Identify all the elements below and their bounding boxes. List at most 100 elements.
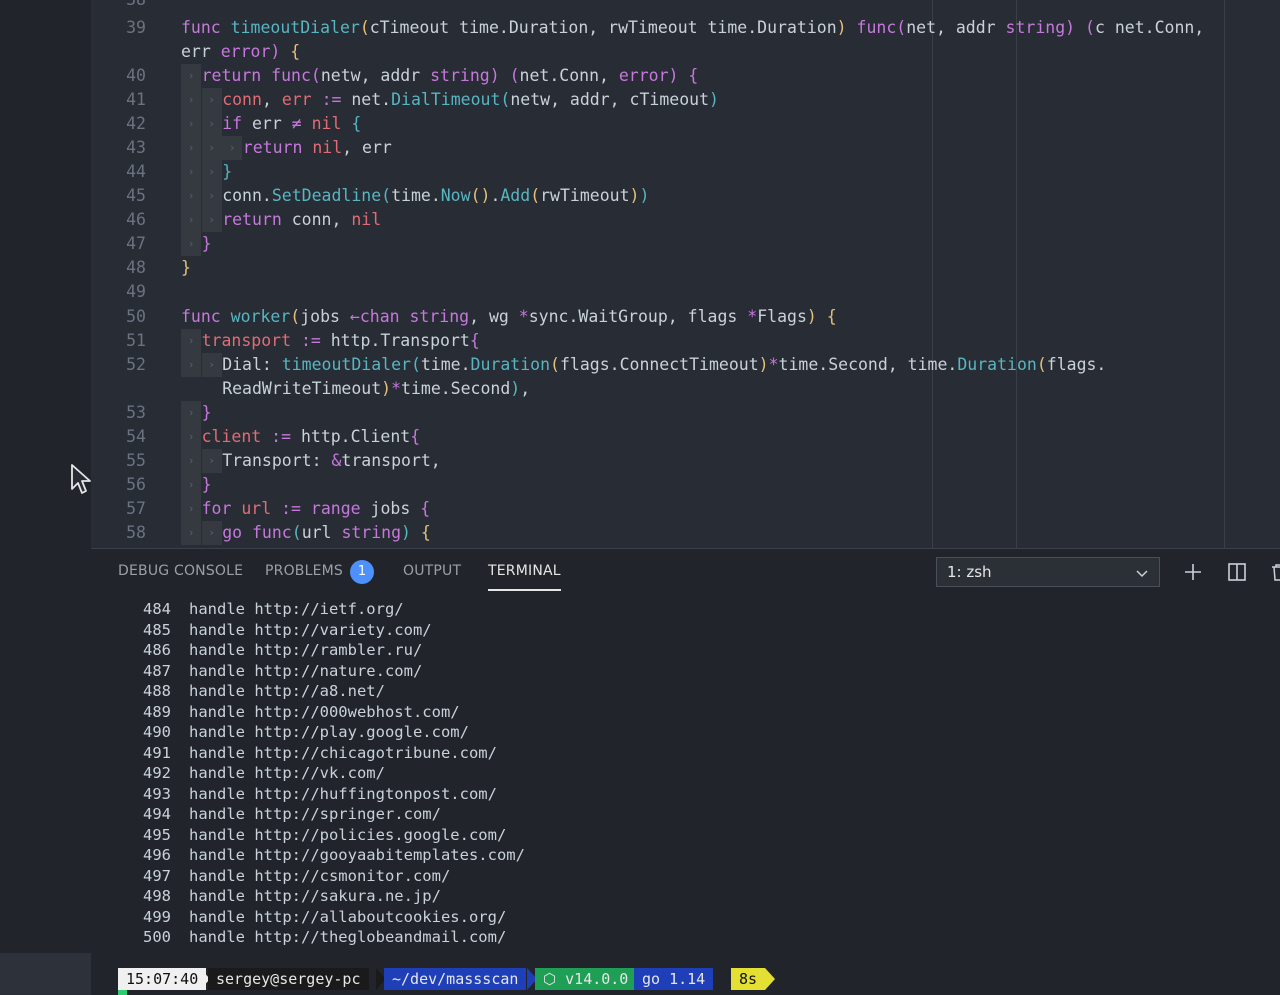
code-token: { (420, 523, 431, 542)
code-token: Duration (470, 355, 551, 374)
indent-guide: › (181, 88, 201, 112)
split-terminal-icon[interactable] (1226, 561, 1248, 583)
indent-guide: › (181, 64, 201, 88)
tab-output[interactable]: OUTPUT (403, 563, 461, 579)
code-token: http.Client (291, 427, 411, 446)
code-token: timeoutDialer (281, 355, 411, 374)
code-line[interactable]: 55 › › Transport: &transport, (91, 449, 1280, 473)
code-token: , (520, 379, 531, 398)
terminal-select[interactable]: 1: zsh (936, 557, 1160, 587)
code-token: ) (668, 66, 679, 85)
code-token: jobs (370, 499, 421, 518)
code-line[interactable]: 53 ›} (91, 401, 1280, 425)
terminal-line-number: 495 (143, 825, 171, 844)
line-number: 56 (126, 475, 146, 494)
code-line[interactable]: 49 (91, 280, 1280, 304)
prompt-user: sergey@sergey-pc (208, 968, 369, 990)
code-line[interactable]: err error) { (91, 40, 1280, 64)
code-line[interactable]: ReadWriteTimeout)*time.Second), (91, 377, 1280, 401)
terminal-line-text: handle http://gooyaabitemplates.com/ (189, 846, 525, 864)
terminal-line-text: handle http://policies.google.com/ (189, 825, 507, 844)
code-text: go func(url string) { (222, 521, 431, 545)
code-token: Duration (957, 355, 1037, 374)
code-token: return (242, 138, 313, 157)
code-text: } (222, 160, 232, 184)
code-token: worker (230, 307, 291, 326)
terminal-line-text: handle http://rambler.ru/ (189, 641, 423, 659)
code-line[interactable]: 56 ›} (91, 473, 1280, 497)
code-token: { (410, 427, 421, 446)
code-text: transport := http.Transport{ (202, 329, 480, 353)
code-line[interactable]: 48} (91, 256, 1280, 280)
code-text: Transport: &transport, (222, 449, 441, 473)
code-token: nil (312, 138, 343, 157)
code-token: ( (530, 186, 541, 205)
code-token: ReadWriteTimeout (222, 379, 382, 398)
tab-debug-console[interactable]: DEBUG CONSOLE (118, 563, 243, 579)
code-token: func (252, 523, 292, 542)
code-line[interactable]: 58 › › go func(url string) { (91, 521, 1280, 545)
code-token: rwTimeout (540, 186, 630, 205)
indent-guide: › (181, 136, 201, 160)
code-token: conn, (291, 210, 352, 229)
code-token: { (290, 42, 301, 61)
line-number: 48 (126, 258, 146, 277)
bottom-panel: DEBUG CONSOLE PROBLEMS 1 OUTPUT TERMINAL… (91, 548, 1280, 995)
trash-icon[interactable] (1268, 561, 1280, 583)
code-text: return conn, nil (222, 208, 381, 232)
terminal-line-text: handle http://huffingtonpost.com/ (189, 784, 497, 803)
code-line[interactable]: 57 › for url := range jobs { (91, 497, 1280, 521)
code-line[interactable]: 45 › › conn.SetDeadline(time.Now().Add(rwTi… (91, 184, 1280, 208)
indent-guide: › (201, 208, 222, 232)
activity-bar-active-item[interactable] (0, 953, 91, 994)
code-line[interactable]: 54 › client := http.Client{ (91, 425, 1280, 449)
code-token: string (409, 307, 470, 326)
code-line[interactable]: 39 func timeoutDialer(cTimeout time.Durat… (91, 16, 1280, 40)
code-token: } (201, 403, 212, 422)
code-token: cTimeout time.Duration, rwTimeout time.D… (369, 18, 837, 37)
terminal-line-number: 490 (143, 723, 171, 741)
code-token: } (201, 234, 212, 253)
code-token: net, addr (906, 18, 1006, 37)
code-token: err (181, 42, 221, 61)
terminal-line-number: 493 (143, 784, 171, 803)
terminal-line-text: handle http://nature.com/ (189, 661, 423, 680)
code-token: timeoutDialer (230, 18, 360, 37)
code-token: ( (310, 66, 321, 85)
code-editor[interactable]: 38 39 func timeoutDialer ( cTimeout time.Dur… (91, 0, 1280, 548)
code-line[interactable]: 42 › › if err ≠ nil { (91, 112, 1280, 136)
indent-guide: › (201, 449, 222, 473)
code-line[interactable]: 47 ›} (91, 232, 1280, 256)
tab-terminal[interactable]: TERMINAL (488, 563, 561, 591)
indent-guide: › (201, 136, 222, 160)
code-line[interactable]: 52 › › Dial: timeoutDialer(time.Duration(fl… (91, 353, 1280, 377)
code-text: ReadWriteTimeout)*time.Second), (222, 377, 530, 401)
tab-problems[interactable]: PROBLEMS (265, 563, 343, 579)
code-line[interactable]: 50 func worker(jobs ←chan string, wg *syn… (91, 305, 1280, 329)
plus-icon[interactable] (1182, 561, 1204, 583)
code-line[interactable]: 44 › ›} (91, 160, 1280, 184)
code-token: string (1005, 18, 1066, 37)
terminal-line-text: handle http://vk.com/ (189, 764, 385, 782)
code-token: ( (500, 90, 511, 109)
code-line[interactable]: 38 (91, 0, 1280, 12)
code-line[interactable]: 46 › › return conn, nil (91, 208, 1280, 232)
code-line[interactable]: 51 › transport := http.Transport{ (91, 329, 1280, 353)
code-token: ( (1085, 18, 1095, 37)
code-token: time. (391, 186, 441, 205)
terminal-line-number: 500 (143, 928, 171, 946)
code-line[interactable]: 43 › › › return nil, err (91, 136, 1280, 160)
code-line[interactable]: 40 › return func(netw, addr string) (net.C… (91, 64, 1280, 88)
powerline-separator (765, 968, 775, 990)
line-number: 38 (91, 0, 146, 12)
line-number: 39 (126, 18, 146, 37)
code-token: jobs (300, 307, 350, 326)
code-line[interactable]: 41 › › conn, err := net.DialTimeout(netw, a… (91, 88, 1280, 112)
